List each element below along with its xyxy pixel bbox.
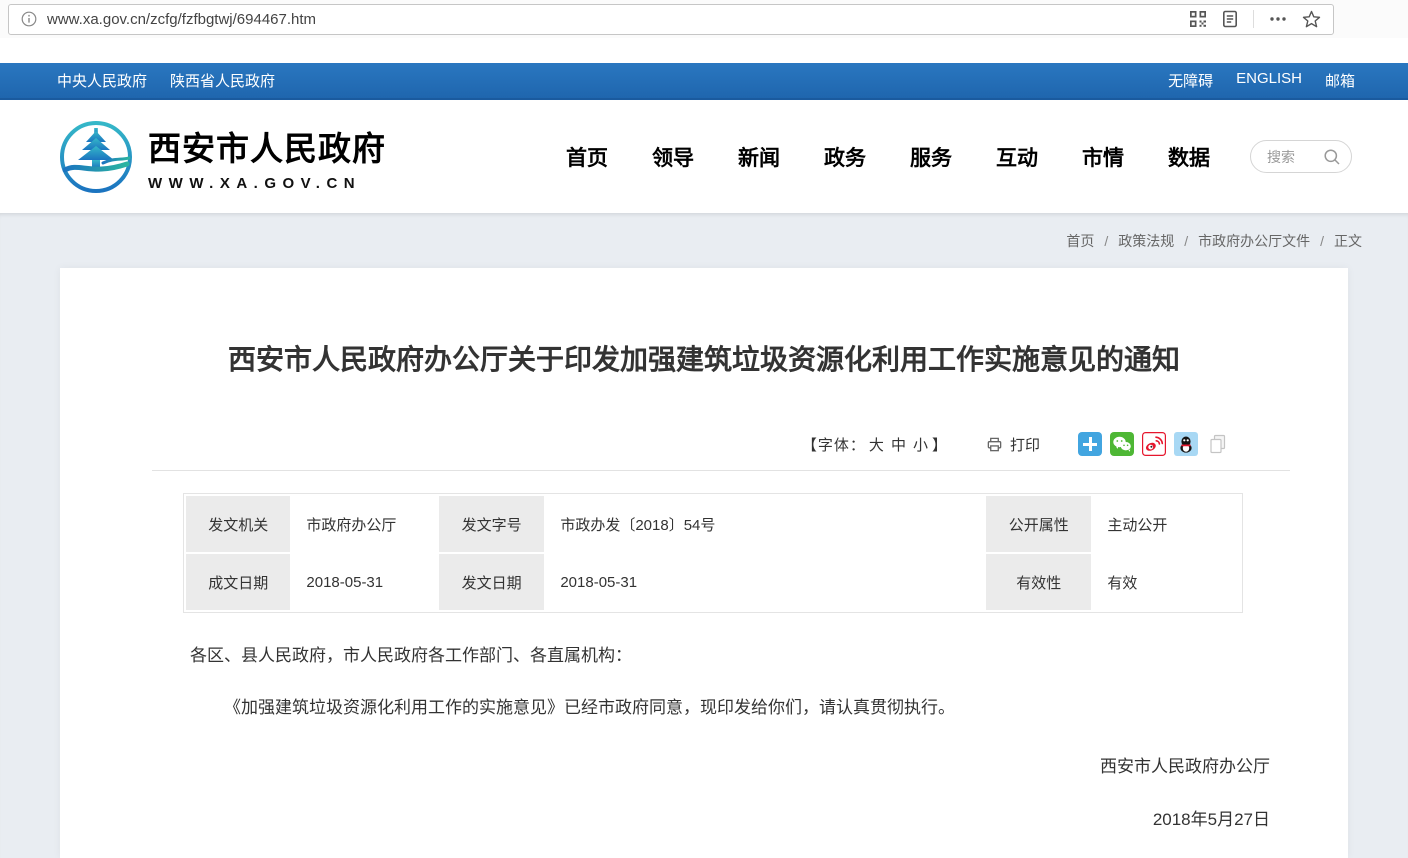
- site-header: 西安市人民政府 WWW.XA.GOV.CN 首页 领导 新闻 政务 服务 互动 …: [0, 100, 1408, 213]
- more-menu-icon[interactable]: [1268, 10, 1288, 28]
- meta-label-document-number: 发文字号: [439, 496, 544, 552]
- table-row: 发文机关 市政府办公厅 发文字号 市政办发〔2018〕54号 公开属性 主动公开: [186, 496, 1240, 552]
- nav-government[interactable]: 政务: [824, 142, 866, 172]
- breadcrumb-home[interactable]: 首页: [1066, 231, 1094, 251]
- nav-interaction[interactable]: 互动: [996, 142, 1038, 172]
- site-identity[interactable]: 西安市人民政府 WWW.XA.GOV.CN: [148, 122, 386, 192]
- meta-label-issue-date: 发文日期: [439, 554, 544, 610]
- article-paragraph-salutation: 各区、县人民政府，市人民政府各工作部门、各直属机构：: [190, 643, 1270, 669]
- meta-value-issuing-agency: 市政府办公厅: [292, 496, 437, 552]
- meta-value-written-date: 2018-05-31: [292, 554, 437, 610]
- nav-home[interactable]: 首页: [566, 142, 608, 172]
- article-card: 西安市人民政府办公厅关于印发加强建筑垃圾资源化利用工作实施意见的通知 【字体：大…: [60, 268, 1348, 858]
- breadcrumb-policies[interactable]: 政策法规: [1118, 231, 1174, 251]
- link-central-gov[interactable]: 中央人民政府: [57, 70, 147, 91]
- toolbar-divider: [1253, 10, 1254, 28]
- article-date: 2018年5月27日: [60, 805, 1270, 830]
- info-icon[interactable]: [21, 11, 37, 27]
- browser-toolbar: [0, 0, 1408, 38]
- font-size-prefix: 【字体：: [802, 437, 866, 454]
- address-bar[interactable]: [8, 4, 1334, 35]
- font-size-medium-button[interactable]: 中: [891, 437, 907, 454]
- font-size-suffix: 】: [932, 437, 948, 454]
- search-box[interactable]: [1250, 140, 1352, 173]
- nav-news[interactable]: 新闻: [738, 142, 780, 172]
- site-name: 西安市人民政府: [148, 122, 386, 170]
- address-bar-tools: [1189, 10, 1321, 29]
- nav-services[interactable]: 服务: [910, 142, 952, 172]
- link-mailbox[interactable]: 邮箱: [1325, 70, 1355, 91]
- article-toolbar: 【字体：大中小】 打印: [60, 432, 1230, 456]
- bookmark-star-icon[interactable]: [1302, 10, 1321, 29]
- page-top-gap: [0, 38, 1408, 63]
- article-signature: 西安市人民政府办公厅: [60, 752, 1270, 777]
- meta-label-publicity: 公开属性: [986, 496, 1091, 552]
- article-paragraph-body: 《加强建筑垃圾资源化利用工作的实施意见》已经市政府同意，现印发给你们，请认真贯彻…: [190, 695, 1270, 721]
- url-input[interactable]: [47, 11, 1189, 28]
- print-button[interactable]: 打印: [986, 434, 1040, 455]
- link-english[interactable]: ENGLISH: [1236, 70, 1302, 91]
- toolbar-divider-line: [152, 470, 1290, 471]
- wechat-share-icon[interactable]: [1110, 432, 1134, 456]
- meta-label-validity: 有效性: [986, 554, 1091, 610]
- reader-mode-icon[interactable]: [1221, 10, 1239, 28]
- breadcrumb-separator: /: [1184, 233, 1188, 249]
- print-label: 打印: [1010, 434, 1040, 455]
- share-more-icon[interactable]: [1078, 432, 1102, 456]
- search-icon[interactable]: [1323, 148, 1341, 166]
- meta-value-validity: 有效: [1093, 554, 1240, 610]
- gov-links-bar: 中央人民政府 陕西省人民政府 无障碍 ENGLISH 邮箱: [0, 63, 1408, 100]
- font-size-large-button[interactable]: 大: [869, 437, 885, 454]
- meta-value-publicity: 主动公开: [1093, 496, 1240, 552]
- nav-data[interactable]: 数据: [1168, 142, 1210, 172]
- nav-city-info[interactable]: 市情: [1082, 142, 1124, 172]
- xian-gov-logo-icon[interactable]: [57, 118, 135, 196]
- font-size-control: 【字体：大中小】: [802, 434, 948, 455]
- copy-link-icon[interactable]: [1206, 432, 1230, 456]
- qq-share-icon[interactable]: [1174, 432, 1198, 456]
- breadcrumb-separator: /: [1320, 233, 1324, 249]
- article-title: 西安市人民政府办公厅关于印发加强建筑垃圾资源化利用工作实施意见的通知: [60, 268, 1348, 378]
- weibo-share-icon[interactable]: [1142, 432, 1166, 456]
- share-buttons: [1078, 432, 1230, 456]
- search-input[interactable]: [1267, 149, 1315, 165]
- main-nav: 首页 领导 新闻 政务 服务 互动 市情 数据: [566, 142, 1210, 172]
- meta-label-issuing-agency: 发文机关: [186, 496, 290, 552]
- printer-icon: [986, 436, 1003, 453]
- link-accessibility[interactable]: 无障碍: [1168, 70, 1213, 91]
- meta-value-issue-date: 2018-05-31: [546, 554, 984, 610]
- font-size-small-button[interactable]: 小: [913, 437, 929, 454]
- site-domain: WWW.XA.GOV.CN: [148, 175, 386, 192]
- gov-links-right: 无障碍 ENGLISH 邮箱: [1168, 70, 1355, 91]
- meta-label-written-date: 成文日期: [186, 554, 290, 610]
- link-shaanxi-gov[interactable]: 陕西省人民政府: [170, 70, 275, 91]
- table-row: 成文日期 2018-05-31 发文日期 2018-05-31 有效性 有效: [186, 554, 1240, 610]
- qr-code-icon[interactable]: [1189, 10, 1207, 28]
- document-meta-table: 发文机关 市政府办公厅 发文字号 市政办发〔2018〕54号 公开属性 主动公开…: [183, 493, 1243, 613]
- gov-links-left: 中央人民政府 陕西省人民政府: [57, 70, 275, 91]
- breadcrumb-current: 正文: [1334, 231, 1362, 251]
- breadcrumb-separator: /: [1104, 233, 1108, 249]
- breadcrumb-office-documents[interactable]: 市政府办公厅文件: [1198, 231, 1310, 251]
- breadcrumb: 首页 / 政策法规 / 市政府办公厅文件 / 正文: [0, 213, 1408, 268]
- meta-value-document-number: 市政办发〔2018〕54号: [546, 496, 984, 552]
- nav-leaders[interactable]: 领导: [652, 142, 694, 172]
- page-content: 首页 / 政策法规 / 市政府办公厅文件 / 正文 西安市人民政府办公厅关于印发…: [0, 213, 1408, 858]
